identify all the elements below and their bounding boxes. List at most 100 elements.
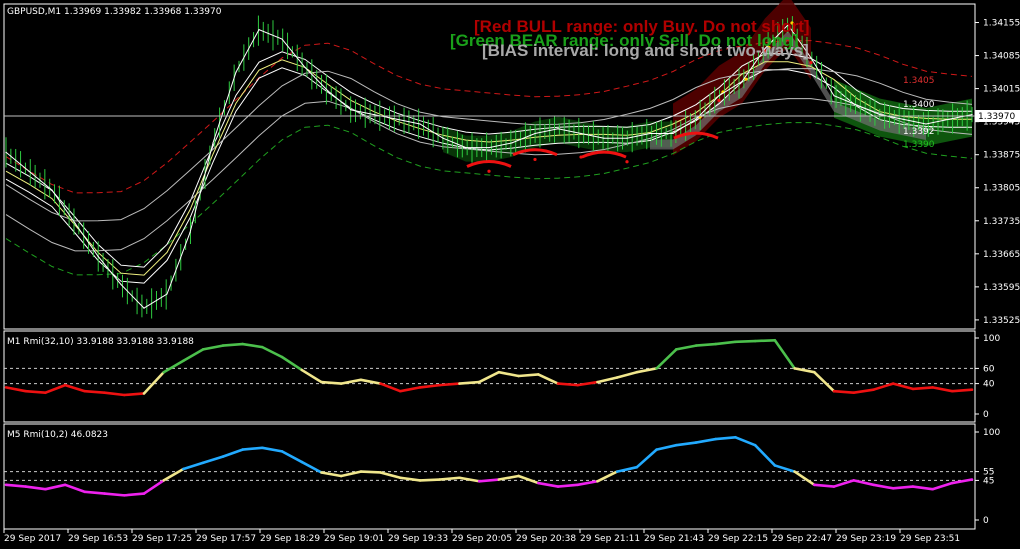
rmi-m5-segment[interactable] bbox=[615, 465, 639, 473]
rmi-m5-segment[interactable] bbox=[596, 470, 619, 483]
rmi-m1-segment[interactable] bbox=[241, 342, 264, 349]
rmi-m1-segment[interactable] bbox=[122, 392, 146, 397]
price-point[interactable] bbox=[373, 113, 375, 116]
price-point[interactable] bbox=[580, 132, 582, 135]
rmi-m5-segment[interactable] bbox=[773, 464, 796, 473]
rmi-m1-segment[interactable] bbox=[162, 359, 185, 374]
price-point[interactable] bbox=[948, 118, 950, 120]
rmi-m5-segment[interactable] bbox=[694, 437, 718, 444]
rmi-m5-segment[interactable] bbox=[477, 478, 501, 483]
rmi-m1-segment[interactable] bbox=[260, 345, 284, 359]
price-point[interactable] bbox=[672, 132, 674, 135]
price-point[interactable] bbox=[971, 113, 973, 116]
main-candles[interactable] bbox=[5, 15, 973, 319]
price-point[interactable] bbox=[143, 307, 145, 309]
rmi-m5-segment[interactable] bbox=[44, 483, 67, 491]
rmi-m5-segment[interactable] bbox=[300, 460, 323, 474]
rmi-m1-segment[interactable] bbox=[734, 339, 757, 344]
rmi-m5-segment[interactable] bbox=[320, 471, 343, 478]
rmi-m1-segment[interactable] bbox=[773, 338, 796, 370]
rmi-m5-segment[interactable] bbox=[872, 483, 895, 490]
price-point[interactable] bbox=[304, 66, 306, 68]
price-point[interactable] bbox=[902, 118, 904, 120]
rmi-m5-segment[interactable] bbox=[83, 490, 106, 495]
rmi-m1-segment[interactable] bbox=[812, 370, 836, 393]
rmi-m5-series[interactable] bbox=[4, 435, 975, 497]
rmi-m1-segment[interactable] bbox=[339, 378, 363, 385]
rmi-m1-segment[interactable] bbox=[714, 340, 737, 346]
rmi-m1-segment[interactable] bbox=[83, 389, 106, 395]
price-point[interactable] bbox=[603, 137, 605, 139]
rmi-m5-segment[interactable] bbox=[734, 435, 757, 447]
rmi-m1-segment[interactable] bbox=[280, 355, 304, 372]
rmi-m5-segment[interactable] bbox=[891, 485, 915, 490]
rmi-m5-segment[interactable] bbox=[536, 481, 560, 488]
price-point[interactable] bbox=[166, 293, 168, 295]
rmi-m1-segment[interactable] bbox=[477, 370, 501, 384]
rmi-m5-segment[interactable] bbox=[359, 470, 382, 474]
rmi-m1-segment[interactable] bbox=[379, 382, 402, 393]
rmi-m1-segment[interactable] bbox=[694, 342, 718, 347]
rmi-m1-segment[interactable] bbox=[793, 367, 816, 374]
rmi-m1-segment[interactable] bbox=[497, 370, 520, 378]
rmi-m5-segment[interactable] bbox=[4, 483, 28, 488]
rmi-m5-segment[interactable] bbox=[497, 474, 520, 481]
price-point[interactable] bbox=[718, 95, 720, 97]
rmi-m5-segment[interactable] bbox=[142, 479, 166, 495]
price-point[interactable] bbox=[28, 170, 30, 172]
rmi-m5-segment[interactable] bbox=[379, 471, 402, 480]
rmi-m1-segment[interactable] bbox=[517, 373, 540, 378]
rmi-m1-segment[interactable] bbox=[142, 370, 166, 395]
rmi-m1-segment[interactable] bbox=[950, 388, 974, 393]
price-point[interactable] bbox=[235, 71, 237, 73]
rmi-m1-segment[interactable] bbox=[182, 348, 205, 363]
rmi-m1-segment[interactable] bbox=[556, 382, 580, 387]
rmi-m5-segment[interactable] bbox=[931, 481, 954, 491]
rmi-m1-segment[interactable] bbox=[221, 342, 244, 347]
price-point[interactable] bbox=[396, 118, 398, 120]
rmi-m5-segment[interactable] bbox=[182, 461, 205, 471]
price-point[interactable] bbox=[488, 147, 490, 149]
rmi-m5-segment[interactable] bbox=[162, 467, 185, 482]
rmi-m1-segment[interactable] bbox=[596, 376, 619, 384]
price-point[interactable] bbox=[212, 142, 214, 144]
price-point[interactable] bbox=[189, 231, 191, 234]
rmi-m1-segment[interactable] bbox=[576, 380, 599, 387]
rmi-m1-segment[interactable] bbox=[359, 378, 382, 385]
rmi-m1-segment[interactable] bbox=[674, 344, 698, 351]
price-point[interactable] bbox=[5, 151, 7, 153]
rmi-m5-segment[interactable] bbox=[655, 443, 678, 451]
price-point[interactable] bbox=[810, 57, 812, 59]
rmi-m5-segment[interactable] bbox=[339, 470, 363, 478]
rmi-m1-segment[interactable] bbox=[911, 386, 934, 391]
rmi-m1-segment[interactable] bbox=[635, 367, 658, 374]
price-point[interactable] bbox=[856, 104, 858, 106]
rmi-m5-segment[interactable] bbox=[201, 455, 225, 465]
rmi-m5-segment[interactable] bbox=[418, 478, 442, 482]
rmi-m1-segment[interactable] bbox=[852, 388, 875, 395]
rmi-m5-segment[interactable] bbox=[122, 492, 146, 497]
rmi-m1-segment[interactable] bbox=[320, 380, 343, 385]
price-point[interactable] bbox=[741, 80, 743, 83]
rmi-m1-segment[interactable] bbox=[103, 391, 126, 397]
rmi-m1-segment[interactable] bbox=[398, 386, 422, 393]
price-point[interactable] bbox=[695, 118, 697, 120]
price-point[interactable] bbox=[350, 109, 352, 111]
price-point[interactable] bbox=[534, 132, 536, 135]
rmi-m5-segment[interactable] bbox=[260, 446, 284, 453]
rmi-m5-segment[interactable] bbox=[63, 483, 87, 494]
price-point[interactable] bbox=[626, 137, 628, 139]
rmi-m1-segment[interactable] bbox=[418, 383, 442, 389]
rmi-m5-segment[interactable] bbox=[852, 479, 875, 487]
price-point[interactable] bbox=[120, 283, 122, 286]
rmi-m1-segment[interactable] bbox=[832, 389, 856, 395]
rmi-m1-segment[interactable] bbox=[300, 368, 323, 384]
price-point[interactable] bbox=[281, 38, 283, 40]
rmi-m5-segment[interactable] bbox=[221, 448, 244, 458]
rmi-m5-segment[interactable] bbox=[714, 435, 737, 441]
rmi-m5-segment[interactable] bbox=[832, 479, 856, 488]
rmi-m5-segment[interactable] bbox=[398, 476, 422, 482]
price-point[interactable] bbox=[442, 137, 444, 139]
rmi-m1-segment[interactable] bbox=[753, 338, 777, 343]
price-point[interactable] bbox=[649, 132, 651, 135]
